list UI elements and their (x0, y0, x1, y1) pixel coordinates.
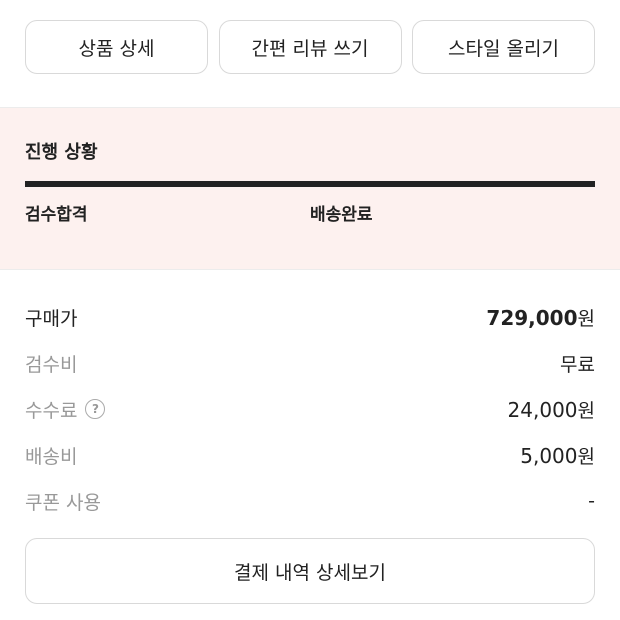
commission-value: 24,000원 (507, 397, 595, 422)
post-style-button[interactable]: 스타일 올리기 (412, 20, 595, 74)
product-detail-button[interactable]: 상품 상세 (25, 20, 208, 74)
progress-bar (25, 181, 595, 187)
inspection-fee-value: 무료 (560, 353, 595, 376)
payment-detail-button[interactable]: 결제 내역 상세보기 (25, 538, 595, 604)
commission-label-group: 수수료 ? (25, 396, 106, 423)
shipping-fee-value: 5,000원 (520, 443, 595, 468)
price-summary: 구매가 729,000원 검수비 무료 수수료 ? 24,000원 배송비 5,… (25, 294, 595, 524)
commission-label: 수수료 (25, 399, 78, 422)
step-label-inspection-passed: 검수합격 (25, 205, 88, 225)
purchase-price-value: 729,000원 (486, 305, 595, 330)
progress-title: 진행 상황 (25, 142, 98, 163)
price-row-commission: 수수료 ? 24,000원 (25, 386, 595, 432)
purchase-price-label: 구매가 (25, 307, 78, 330)
price-row-inspection: 검수비 무료 (25, 340, 595, 386)
top-action-bar: 상품 상세 간편 리뷰 쓰기 스타일 올리기 (25, 20, 595, 74)
quick-review-button[interactable]: 간편 리뷰 쓰기 (218, 20, 402, 74)
price-row-coupon: 쿠폰 사용 - (25, 478, 595, 524)
progress-fill (25, 181, 595, 187)
step-label-delivered: 배송완료 (310, 205, 373, 225)
coupon-label: 쿠폰 사용 (25, 491, 101, 514)
question-circle-icon[interactable]: ? (85, 399, 106, 419)
price-row-shipping: 배송비 5,000원 (25, 432, 595, 478)
shipping-fee-label: 배송비 (25, 445, 78, 468)
inspection-fee-label: 검수비 (25, 353, 78, 376)
price-row-purchase: 구매가 729,000원 (25, 294, 595, 340)
coupon-value: - (588, 490, 595, 512)
progress-section: 진행 상황 검수합격 배송완료 (0, 107, 620, 270)
